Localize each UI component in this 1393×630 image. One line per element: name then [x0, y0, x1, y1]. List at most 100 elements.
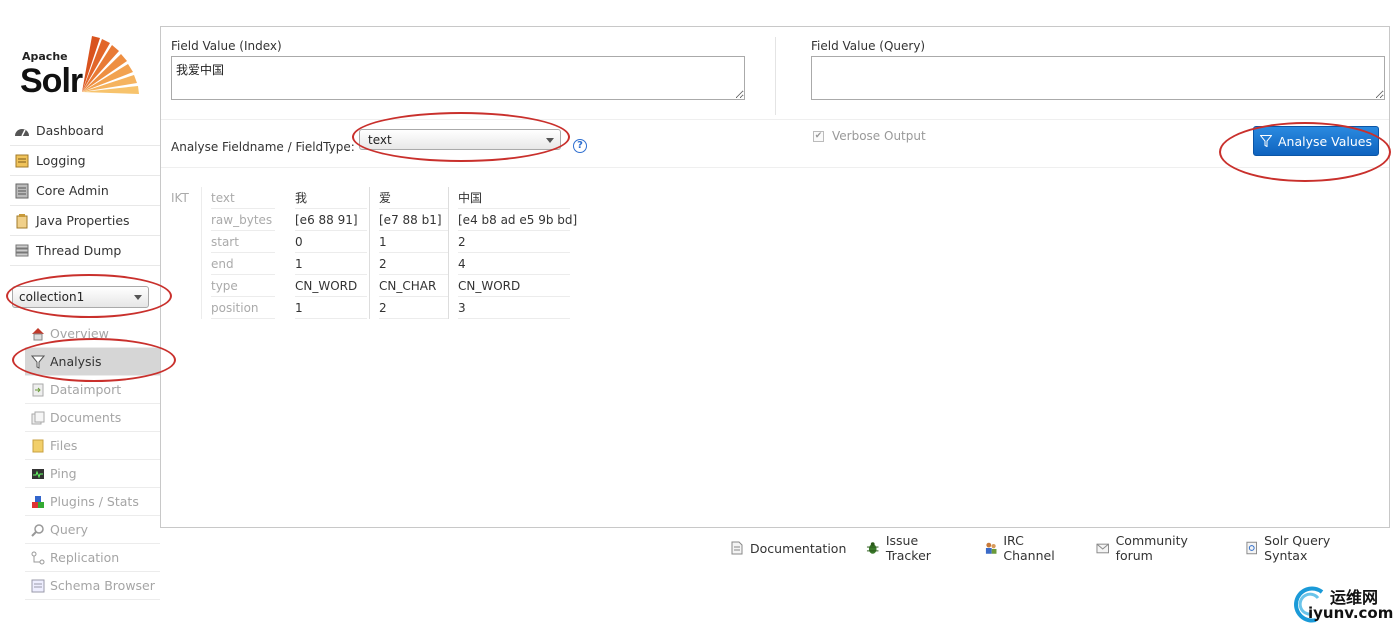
core-nav-query-label: Query	[50, 522, 88, 537]
footer-documentation-link[interactable]: Documentation	[730, 541, 846, 556]
nav-core-admin[interactable]: Core Admin	[10, 176, 160, 206]
solr-logo[interactable]: Apache Solr	[20, 34, 142, 100]
token-type: CN_CHAR	[379, 275, 449, 297]
row-label-position: position	[211, 297, 275, 319]
nav-logging[interactable]: Logging	[10, 146, 160, 176]
nav-java-properties[interactable]: Java Properties	[10, 206, 160, 236]
funnel-icon	[31, 355, 45, 369]
funnel-icon	[1259, 135, 1272, 147]
footer-issue-tracker-link[interactable]: Issue Tracker	[866, 533, 964, 563]
token-column: 中国 [e4 b8 ad e5 9b bd] 2 4 CN_WORD 3	[458, 187, 577, 319]
token-start: 1	[379, 231, 449, 253]
core-nav-documents-label: Documents	[50, 410, 122, 425]
analyse-values-label: Analyse Values	[1277, 133, 1373, 149]
analyse-values-button[interactable]: Analyse Values	[1253, 126, 1379, 156]
watermark-en-text: iyunv.com	[1308, 604, 1393, 622]
solr-sun-icon	[82, 36, 139, 94]
token-position: 1	[295, 297, 367, 319]
token-end: 1	[295, 253, 367, 275]
token-start: 2	[458, 231, 570, 253]
bug-icon	[867, 542, 879, 554]
mail-icon	[1096, 543, 1110, 554]
footer-solr-query-syntax-link[interactable]: Solr Query Syntax	[1245, 533, 1373, 563]
query-field-label: Field Value (Query)	[811, 39, 926, 53]
folder-icon	[32, 439, 44, 452]
core-nav-dataimport-label: Dataimport	[50, 382, 122, 397]
dataimport-icon	[32, 383, 44, 396]
analysis-panel: Field Value (Index) Field Value (Query) …	[160, 26, 1390, 528]
footer-community-forum-label: Community forum	[1115, 533, 1188, 563]
row-label-text: text	[211, 187, 275, 209]
query-value-input[interactable]	[811, 56, 1385, 100]
token-type: CN_WORD	[295, 275, 367, 297]
fieldtype-select[interactable]: text	[359, 129, 561, 150]
token-type: CN_WORD	[458, 275, 570, 297]
chevron-down-icon	[134, 295, 142, 300]
verbose-checkbox[interactable]: ✔	[813, 130, 824, 142]
core-nav-overview[interactable]: Overview	[25, 320, 160, 348]
schema-icon	[31, 579, 45, 592]
document-icon	[731, 541, 743, 555]
nav-dashboard-label: Dashboard	[36, 123, 104, 138]
plugins-icon	[32, 495, 44, 508]
verbose-output-toggle[interactable]: ✔ Verbose Output	[813, 129, 926, 143]
home-icon	[32, 327, 44, 340]
core-nav-plugins-stats-label: Plugins / Stats	[50, 494, 139, 509]
token-text: 中国	[458, 187, 570, 209]
documents-icon	[31, 411, 45, 424]
footer-community-forum-link[interactable]: Community forum	[1096, 533, 1225, 563]
core-nav-files-label: Files	[50, 438, 78, 453]
core-nav-overview-label: Overview	[50, 326, 109, 341]
core-nav-plugins-stats[interactable]: Plugins / Stats	[25, 488, 160, 516]
core-nav-schema-browser[interactable]: Schema Browser	[25, 572, 160, 600]
token-column: 爱 [e7 88 b1] 1 2 CN_CHAR 2	[379, 187, 449, 319]
nav-core-admin-label: Core Admin	[36, 183, 109, 198]
sidebar: Apache Solr Dashboard Logging Core Admin…	[0, 0, 160, 630]
row-label-end: end	[211, 253, 275, 275]
nav-dashboard[interactable]: Dashboard	[10, 116, 160, 146]
token-text: 我	[295, 187, 367, 209]
nav-thread-dump[interactable]: Thread Dump	[10, 236, 160, 266]
solr-label: Solr	[20, 62, 83, 100]
index-value-input[interactable]	[171, 56, 745, 100]
index-field-label: Field Value (Index)	[171, 39, 282, 53]
token-raw-bytes: [e7 88 b1]	[379, 209, 449, 231]
core-nav-analysis-label: Analysis	[50, 354, 102, 369]
dashboard-icon	[15, 128, 29, 136]
footer-issue-tracker-label: Issue Tracker	[885, 533, 931, 563]
row-label-start: start	[211, 231, 275, 253]
footer-irc-channel-link[interactable]: IRC Channel	[984, 533, 1076, 563]
token-text: 爱	[379, 187, 449, 209]
token-separator	[369, 187, 370, 319]
core-nav-replication-label: Replication	[50, 550, 120, 565]
core-nav-ping[interactable]: Ping	[25, 460, 160, 488]
token-attribute-labels: text raw_bytes start end type position	[211, 187, 275, 319]
chevron-down-icon	[546, 138, 554, 143]
nav-logging-label: Logging	[36, 153, 86, 168]
token-start: 0	[295, 231, 367, 253]
token-separator	[448, 187, 449, 319]
token-raw-bytes: [e6 88 91]	[295, 209, 367, 231]
token-position: 3	[458, 297, 570, 319]
token-position: 2	[379, 297, 449, 319]
core-nav-query[interactable]: Query	[25, 516, 160, 544]
magnifier-icon	[31, 523, 44, 537]
footer-links: Documentation Issue Tracker IRC Channel …	[730, 533, 1393, 563]
row-label-raw-bytes: raw_bytes	[211, 209, 275, 231]
analyzer-name: IKT	[171, 191, 189, 205]
core-nav-files[interactable]: Files	[25, 432, 160, 460]
token-column: 我 [e6 88 91] 0 1 CN_WORD 1	[295, 187, 367, 319]
nav-java-properties-label: Java Properties	[36, 213, 130, 228]
replication-icon	[31, 551, 45, 564]
core-nav-replication[interactable]: Replication	[25, 544, 160, 572]
token-end: 2	[379, 253, 449, 275]
core-nav-dataimport[interactable]: Dataimport	[25, 376, 160, 404]
java-icon	[16, 213, 28, 228]
core-selector[interactable]: collection1	[12, 286, 149, 308]
help-icon[interactable]: ?	[573, 139, 587, 153]
ping-icon	[32, 468, 44, 479]
core-nav-documents[interactable]: Documents	[25, 404, 160, 432]
verbose-output-label: Verbose Output	[832, 129, 926, 143]
main-nav: Dashboard Logging Core Admin Java Proper…	[10, 116, 160, 266]
core-nav-analysis[interactable]: Analysis	[25, 348, 160, 376]
